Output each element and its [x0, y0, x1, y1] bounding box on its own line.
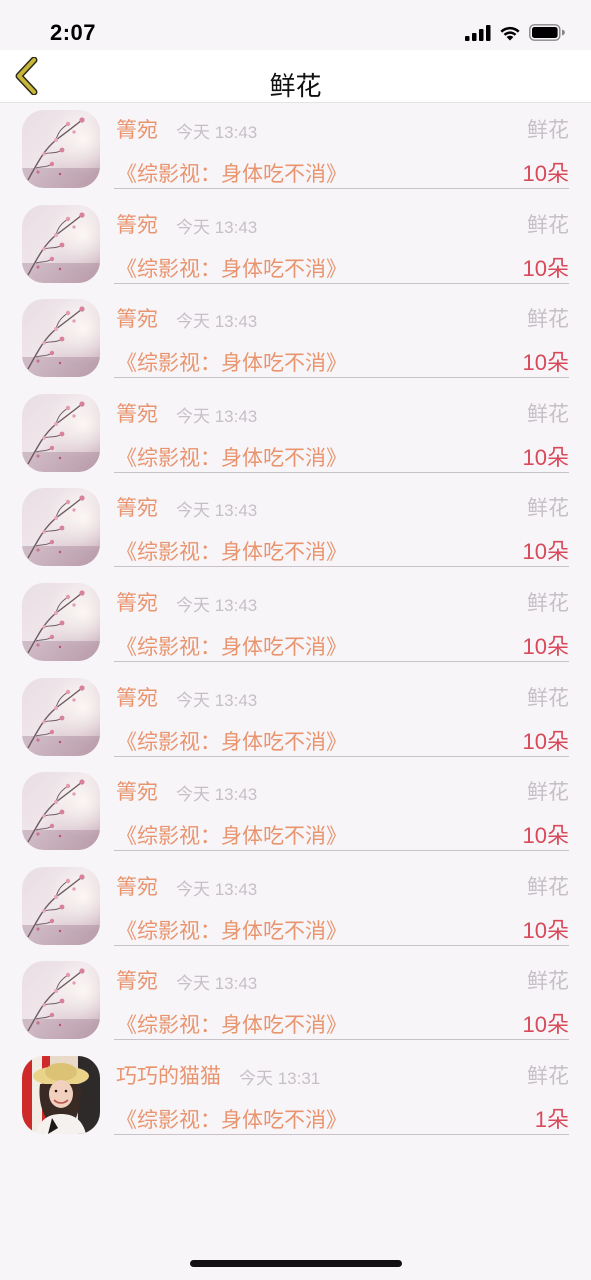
- book-title-link[interactable]: 《综影视：身体吃不消》: [116, 442, 347, 472]
- book-title-link[interactable]: 《综影视：身体吃不消》: [116, 915, 347, 945]
- avatar[interactable]: [22, 677, 100, 756]
- status-bar: 2:07: [0, 0, 591, 50]
- timestamp: 今天 13:43: [176, 595, 258, 615]
- gift-record-row[interactable]: 箐宛 今天 13:43 鲜花《综影视：身体吃不消》 10朵: [0, 764, 591, 859]
- gift-count: 10朵: [522, 728, 569, 754]
- gift-count: 10朵: [522, 444, 569, 470]
- status-time: 2:07: [50, 20, 97, 45]
- gift-count: 10朵: [522, 539, 569, 565]
- gift-record-row[interactable]: 箐宛 今天 13:43 鲜花《综影视：身体吃不消》 10朵: [0, 102, 591, 197]
- wifi-icon: [500, 26, 520, 40]
- timestamp: 今天 13:43: [176, 879, 258, 899]
- gift-record-row[interactable]: 箐宛 今天 13:43 鲜花《综影视：身体吃不消》 10朵: [0, 859, 591, 954]
- user-name[interactable]: 箐宛: [116, 492, 158, 522]
- gift-type-label: 鲜花: [527, 590, 569, 615]
- gift-record-row[interactable]: 箐宛 今天 13:43 鲜花《综影视：身体吃不消》 10朵: [0, 291, 591, 386]
- gift-record-row[interactable]: 巧巧的猫猫 今天 13:31 鲜花《综影视：身体吃不消》 1朵: [0, 1048, 591, 1143]
- avatar[interactable]: [22, 393, 100, 472]
- home-indicator: [190, 1260, 402, 1267]
- row-content: 箐宛 今天 13:43 鲜花《综影视：身体吃不消》 10朵: [114, 764, 569, 852]
- gift-type-label: 鲜花: [527, 780, 569, 805]
- gift-record-list: 箐宛 今天 13:43 鲜花 《综影视：身体吃不消》 10朵 箐宛 今天 13:…: [0, 102, 591, 1143]
- timestamp: 今天 13:43: [176, 217, 258, 237]
- avatar[interactable]: [22, 204, 100, 283]
- timestamp: 今天 13:43: [176, 785, 258, 805]
- user-name[interactable]: 箐宛: [116, 587, 158, 617]
- gift-record-row[interactable]: 箐宛 今天 13:43 鲜花《综影视：身体吃不消》 10朵: [0, 953, 591, 1048]
- avatar[interactable]: [22, 772, 100, 851]
- user-name[interactable]: 箐宛: [116, 776, 158, 806]
- gift-count: 10朵: [522, 255, 569, 281]
- gift-type-label: 鲜花: [527, 874, 569, 899]
- row-content: 箐宛 今天 13:43 鲜花《综影视：身体吃不消》 10朵: [114, 386, 569, 473]
- timestamp: 今天 13:43: [176, 312, 258, 332]
- gift-type-label: 鲜花: [527, 401, 569, 426]
- row-content: 箐宛 今天 13:43 鲜花《综影视：身体吃不消》 10朵: [114, 859, 569, 946]
- user-name[interactable]: 箐宛: [116, 114, 158, 144]
- gift-type-label: 鲜花: [527, 1063, 569, 1088]
- gift-record-row[interactable]: 箐宛 今天 13:43 鲜花《综影视：身体吃不消》 10朵: [0, 670, 591, 765]
- gift-count: 10朵: [522, 823, 569, 849]
- user-name[interactable]: 箐宛: [116, 682, 158, 712]
- gift-count: 1朵: [534, 1106, 569, 1132]
- user-name[interactable]: 箐宛: [116, 398, 158, 428]
- avatar[interactable]: [22, 110, 100, 188]
- user-name[interactable]: 箐宛: [116, 209, 158, 239]
- gift-count: 10朵: [522, 917, 569, 943]
- gift-type-label: 鲜花: [527, 118, 569, 142]
- gift-record-row[interactable]: 箐宛 今天 13:43 鲜花《综影视：身体吃不消》 10朵: [0, 575, 591, 670]
- timestamp: 今天 13:31: [239, 1068, 321, 1088]
- row-content: 箐宛 今天 13:43 鲜花《综影视：身体吃不消》 10朵: [114, 480, 569, 568]
- avatar[interactable]: [22, 866, 100, 945]
- book-title-link[interactable]: 《综影视：身体吃不消》: [116, 158, 347, 188]
- book-title-link[interactable]: 《综影视：身体吃不消》: [116, 631, 347, 661]
- navigation-bar: 鲜花: [0, 50, 591, 103]
- gift-count: 10朵: [522, 350, 569, 376]
- avatar[interactable]: [22, 299, 100, 378]
- gift-record-row[interactable]: 箐宛 今天 13:43 鲜花《综影视：身体吃不消》 10朵: [0, 386, 591, 481]
- avatar[interactable]: [22, 1055, 100, 1134]
- row-content: 箐宛 今天 13:43 鲜花《综影视：身体吃不消》 10朵: [114, 953, 569, 1041]
- gift-count: 10朵: [522, 633, 569, 659]
- status-icons: [465, 24, 565, 41]
- gift-type-label: 鲜花: [527, 496, 569, 521]
- book-title-link[interactable]: 《综影视：身体吃不消》: [116, 253, 347, 283]
- row-content: 箐宛 今天 13:43 鲜花《综影视：身体吃不消》 10朵: [114, 575, 569, 662]
- avatar[interactable]: [22, 488, 100, 567]
- gift-type-label: 鲜花: [527, 685, 569, 710]
- gift-record-row[interactable]: 箐宛 今天 13:43 鲜花《综影视：身体吃不消》 10朵: [0, 197, 591, 292]
- page-title: 鲜花: [269, 72, 322, 102]
- user-name[interactable]: 箐宛: [116, 965, 158, 995]
- book-title-link[interactable]: 《综影视：身体吃不消》: [116, 536, 347, 566]
- user-name[interactable]: 箐宛: [116, 303, 158, 333]
- battery-icon: [529, 24, 565, 41]
- timestamp: 今天 13:43: [176, 690, 258, 710]
- book-title-link[interactable]: 《综影视：身体吃不消》: [116, 820, 347, 850]
- book-title-link[interactable]: 《综影视：身体吃不消》: [116, 347, 347, 377]
- gift-count: 10朵: [522, 1012, 569, 1038]
- book-title-link[interactable]: 《综影视：身体吃不消》: [116, 1104, 347, 1134]
- book-title-link[interactable]: 《综影视：身体吃不消》: [116, 726, 347, 756]
- gift-record-screen: 2:07 鲜花 箐宛 今天 13:43 鲜花 《综影视：身体吃不消》 10朵 箐…: [0, 0, 591, 1280]
- user-name[interactable]: 箐宛: [116, 871, 158, 901]
- row-content: 箐宛 今天 13:43 鲜花《综影视：身体吃不消》 10朵: [114, 291, 569, 379]
- timestamp: 今天 13:43: [176, 974, 258, 994]
- gift-record-row[interactable]: 箐宛 今天 13:43 鲜花《综影视：身体吃不消》 10朵: [0, 480, 591, 575]
- avatar[interactable]: [22, 582, 100, 661]
- row-content: 巧巧的猫猫 今天 13:31 鲜花《综影视：身体吃不消》 1朵: [114, 1048, 569, 1135]
- avatar[interactable]: [22, 961, 100, 1040]
- book-title-link[interactable]: 《综影视：身体吃不消》: [116, 1009, 347, 1039]
- gift-count: 10朵: [522, 161, 569, 186]
- timestamp: 今天 13:43: [176, 123, 258, 142]
- gift-type-label: 鲜花: [527, 307, 569, 332]
- user-name[interactable]: 巧巧的猫猫: [116, 1060, 221, 1090]
- row-content: 箐宛 今天 13:43 鲜花《综影视：身体吃不消》 10朵: [114, 670, 569, 757]
- timestamp: 今天 13:43: [176, 501, 258, 521]
- cellular-signal-icon: [465, 24, 491, 41]
- timestamp: 今天 13:43: [176, 406, 258, 426]
- row-content: 箐宛 今天 13:43 鲜花《综影视：身体吃不消》 10朵: [114, 197, 569, 284]
- row-content: 箐宛 今天 13:43 鲜花《综影视：身体吃不消》 10朵: [114, 102, 569, 189]
- gift-type-label: 鲜花: [527, 212, 569, 237]
- gift-type-label: 鲜花: [527, 969, 569, 994]
